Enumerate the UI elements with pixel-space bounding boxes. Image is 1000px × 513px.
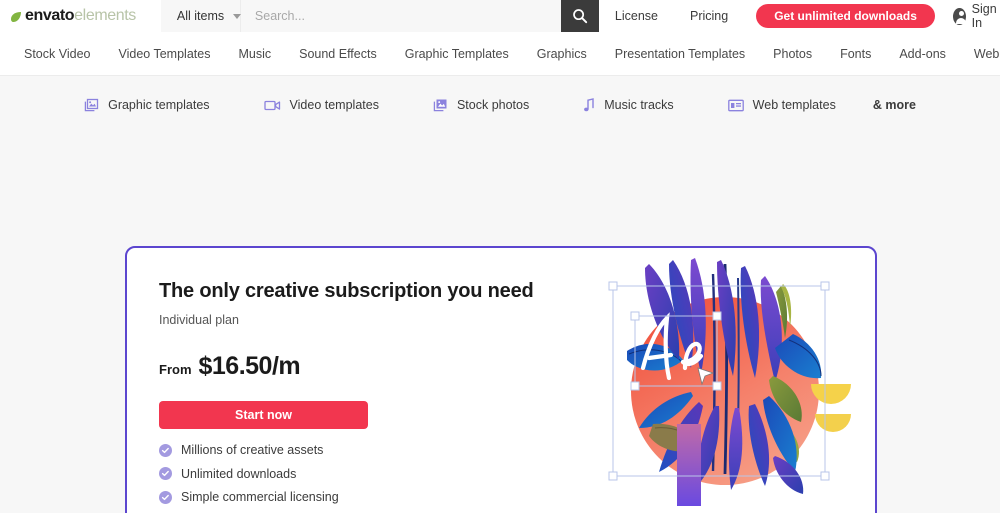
sign-in-label: Sign In (971, 2, 997, 30)
page-body: Graphic templates Video templates Stock … (0, 76, 1000, 513)
photo-icon (433, 98, 448, 112)
top-link-pricing[interactable]: Pricing (674, 9, 744, 23)
subscription-hero-card: The only creative subscription you need … (125, 246, 877, 513)
nav-item-graphic-templates[interactable]: Graphic Templates (391, 47, 523, 61)
hero-illustration-area: Created using items from Photos, Graphic… (597, 248, 875, 513)
hero-subheading: Individual plan (159, 313, 239, 327)
nav-item-sound-effects[interactable]: Sound Effects (285, 47, 391, 61)
nav-item-fonts[interactable]: Fonts (826, 47, 885, 61)
category-label: Stock photos (456, 98, 530, 112)
start-now-button[interactable]: Start now (159, 401, 368, 429)
site-logo[interactable]: envato elements (0, 0, 136, 32)
nav-item-stock-video[interactable]: Stock Video (10, 47, 104, 61)
top-bar-right: License Pricing Get unlimited downloads … (599, 0, 1000, 32)
category-label: Graphic templates (108, 98, 210, 112)
top-link-license[interactable]: License (599, 9, 674, 23)
graphic-template-icon (84, 98, 99, 112)
search-input-wrapper[interactable] (240, 0, 561, 32)
category-quick-links: Graphic templates Video templates Stock … (0, 76, 1000, 118)
check-circle-icon (159, 443, 172, 457)
music-note-icon (583, 98, 595, 112)
user-avatar-icon (952, 7, 967, 25)
check-circle-icon (159, 490, 172, 504)
feature-label: Simple commercial licensing (181, 490, 339, 504)
hero-price-line: From $16.50/m (159, 352, 597, 381)
search-scope-dropdown[interactable]: All items (160, 0, 242, 32)
feature-item: Simple commercial licensing (159, 490, 597, 504)
check-circle-icon (159, 467, 172, 480)
search-submit-button[interactable] (560, 0, 599, 32)
nav-item-graphics[interactable]: Graphics (523, 47, 601, 61)
nav-item-photos[interactable]: Photos (759, 47, 826, 61)
nav-item-music[interactable]: Music (224, 47, 285, 61)
nav-item-video-templates[interactable]: Video Templates (104, 47, 224, 61)
feature-label: Unlimited downloads (181, 466, 297, 481)
chevron-down-icon (233, 13, 242, 19)
sign-in-button[interactable]: Sign In (947, 2, 1000, 30)
category-music-tracks[interactable]: Music tracks (556, 98, 700, 112)
feature-label: Millions of creative assets (181, 443, 324, 457)
category-label: Web templates (752, 98, 836, 112)
category-label: & more (872, 98, 916, 112)
category-more[interactable]: & more (863, 98, 943, 112)
category-label: Music tracks (604, 98, 674, 112)
hero-copy: The only creative subscription you need … (127, 248, 597, 513)
nav-item-web-templates[interactable]: Web Templates (960, 47, 1000, 61)
get-unlimited-downloads-button[interactable]: Get unlimited downloads (756, 4, 935, 28)
leaf-icon (10, 11, 22, 23)
category-video-templates[interactable]: Video templates (237, 98, 406, 112)
feature-item: Unlimited downloads (159, 467, 597, 481)
search-scope-label: All items (176, 9, 225, 23)
hero-feature-list: Millions of creative assets Unlimited do… (159, 443, 597, 513)
category-stock-photos[interactable]: Stock photos (406, 98, 556, 112)
search-bar: All items (160, 0, 599, 32)
logo-brand: envato (25, 7, 75, 24)
feature-item: Millions of creative assets (159, 443, 597, 457)
search-input[interactable] (254, 9, 561, 23)
video-camera-icon (263, 99, 281, 112)
price-prefix: From (159, 362, 192, 377)
logo-product: elements (74, 7, 136, 24)
category-graphic-templates[interactable]: Graphic templates (57, 98, 236, 112)
price-value: $16.50/m (198, 352, 301, 380)
category-label: Video templates (289, 98, 379, 112)
tropical-plants-illustration (597, 256, 857, 506)
hero-headline: The only creative subscription you need (159, 280, 534, 302)
category-web-templates[interactable]: Web templates (701, 98, 863, 112)
main-navigation: Stock Video Video Templates Music Sound … (0, 32, 1000, 76)
nav-item-presentation-templates[interactable]: Presentation Templates (601, 47, 759, 61)
search-icon (572, 8, 588, 24)
nav-item-add-ons[interactable]: Add-ons (885, 47, 960, 61)
web-layout-icon (727, 99, 744, 112)
top-bar: envato elements All items License Pricin… (0, 0, 1000, 32)
